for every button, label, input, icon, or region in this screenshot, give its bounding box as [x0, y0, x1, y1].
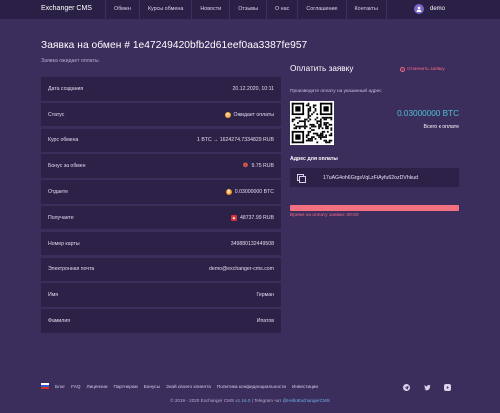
details-row: Фамилия Ипатов: [41, 309, 281, 333]
details-row: Номер карты 349880132449508: [41, 231, 281, 256]
details-row-label: Номер карты: [48, 240, 80, 247]
details-row-value-text: demo@exchanger-cms.com: [209, 266, 274, 273]
payment-title: Оплатить заявку: [290, 64, 354, 73]
payment-instruction: Произведите оплату на указанный адрес: [290, 89, 382, 94]
user-name[interactable]: demo: [430, 6, 445, 12]
top-navbar: Exchanger CMS Обмен Курсы обмена Новости От…: [0, 0, 500, 19]
footer-link[interactable]: Знай своего клиента: [166, 384, 211, 389]
nav-item[interactable]: Обмен: [105, 0, 139, 19]
details-row-value-text: 9.75 RUB: [251, 163, 275, 170]
details-row-value: Ипатов: [257, 318, 274, 324]
cancel-order-label: Отменить заявку: [407, 67, 445, 72]
details-row: Отдаете ₿ 0.03000000 BTC: [41, 180, 281, 204]
user-icon: [416, 6, 422, 12]
details-row-value: ▲ 48737.99 RUB: [230, 214, 274, 221]
copyright-text: © 2019 - 2020 Exchanger CMS v: [170, 398, 238, 403]
youtube-icon[interactable]: [444, 384, 451, 391]
details-row-value: ❶ 9.75 RUB: [242, 163, 275, 170]
footer-links: Блог FAQ Лицензии Партнерам Бонусы Знай своег…: [41, 383, 324, 389]
details-row-label: Получаете: [48, 214, 74, 221]
payment-qr-code: [290, 101, 334, 145]
payment-amount-label: Всего к оплате: [423, 124, 459, 130]
details-row-label: Фамилия: [48, 317, 71, 324]
footer-link[interactable]: Инвестиции: [292, 384, 318, 389]
footer-link[interactable]: Политика конфиденциальности: [217, 384, 286, 389]
payment-timer-fill: [290, 205, 459, 211]
nav-item[interactable]: Курсы обмена: [138, 0, 192, 19]
nav-item[interactable]: Контакты: [345, 0, 387, 19]
details-row-value-text: Герман: [256, 292, 274, 299]
bitcoin-icon: ₿: [225, 188, 232, 195]
nav-item[interactable]: Новости: [191, 0, 229, 19]
details-row-value-text: 1 BTC → 1624274.7334829 RUB: [197, 137, 274, 144]
brand-logo[interactable]: Exchanger CMS: [41, 5, 92, 12]
close-circle-icon: ×: [400, 67, 405, 72]
bonus-icon: ❶: [242, 163, 249, 170]
details-row-value-text: 20.12.2020, 10:11: [232, 85, 274, 92]
details-row: Статус ◷ Ожидает оплаты: [41, 102, 281, 127]
payment-address[interactable]: 17uAG4oh6GrgsVqLzFiAyfu62ozDVhkud: [323, 175, 418, 181]
footer-link[interactable]: Партнерам: [113, 384, 137, 389]
details-row-label: Курс обмена: [48, 137, 79, 144]
user-menu[interactable]: demo: [414, 4, 445, 14]
footer-link[interactable]: FAQ: [71, 384, 80, 389]
details-row: Электронная почта demo@exchanger-cms.com: [41, 257, 281, 282]
cancel-order-link[interactable]: × Отменить заявку: [400, 67, 445, 72]
telegram-chat-text: | Telegram чат: [250, 398, 283, 403]
payment-amount: 0.03000000 BTC: [397, 109, 459, 118]
payment-timer-bar: [290, 205, 459, 211]
details-row: Получаете ▲ 48737.99 RUB: [41, 205, 281, 230]
details-row: Дата создания 20.12.2020, 10:11: [41, 77, 281, 101]
details-row-value-text: 48737.99 RUB: [239, 214, 274, 221]
footer-link[interactable]: Лицензии: [87, 384, 108, 389]
nav-item[interactable]: О нас: [265, 0, 297, 19]
footer-link[interactable]: Блог: [55, 384, 65, 389]
address-label: Адрес для оплаты: [290, 156, 338, 162]
details-row-label: Статус: [48, 111, 65, 118]
main-nav: Обмен Курсы обмена Новости Отзывы О нас Согла…: [105, 0, 387, 19]
payment-timer-text: Время на оплату заявки: 00:00: [290, 213, 359, 218]
telegram-icon[interactable]: [403, 384, 410, 391]
details-row-value: 1 BTC → 1624274.7334829 RUB: [197, 137, 274, 143]
twitter-icon[interactable]: [424, 384, 431, 391]
russian-flag-icon[interactable]: [41, 383, 49, 389]
details-row-label: Отдаете: [48, 188, 69, 195]
details-row-label: Бонус за обмен: [48, 163, 86, 170]
details-row-value: 349880132449508: [231, 241, 274, 247]
details-row-value-text: Ожидает оплаты: [233, 111, 274, 118]
details-row-value: demo@exchanger-cms.com: [209, 266, 274, 272]
details-row-value: 20.12.2020, 10:11: [233, 86, 274, 92]
details-row-label: Электронная почта: [48, 266, 95, 273]
clock-icon: ◷: [224, 111, 231, 118]
payment-address-field[interactable]: 17uAG4oh6GrgsVqLzFiAyfu62ozDVhkud: [290, 168, 459, 187]
details-row: Курс обмена 1 BTC → 1624274.7334829 RUB: [41, 128, 281, 153]
footer-link[interactable]: Бонусы: [144, 384, 160, 389]
details-row-value: ₿ 0.03000000 BTC: [225, 188, 274, 195]
details-row-value-text: Ипатов: [256, 317, 274, 324]
details-row: Имя Герман: [41, 283, 281, 307]
avatar[interactable]: [414, 4, 424, 14]
details-row-value-text: 349880132449508: [230, 240, 274, 247]
telegram-chat-link[interactable]: @HelloExchangerCMS: [283, 398, 330, 403]
nav-item[interactable]: Соглашение: [297, 0, 345, 19]
version-link[interactable]: 1.16.0: [238, 398, 251, 403]
details-row-label: Имя: [48, 292, 59, 299]
details-row-value: ◷ Ожидает оплаты: [224, 111, 274, 118]
details-row: Бонус за обмен ❶ 9.75 RUB: [41, 154, 281, 178]
details-row-label: Дата создания: [48, 85, 84, 92]
order-details-table: Дата создания 20.12.2020, 10:11 Статус ◷ Ожи…: [41, 77, 281, 335]
details-row-value-text: 0.03000000 BTC: [234, 188, 274, 195]
page-title: Заявка на обмен # 1e47249420bfb2d61eef0a…: [41, 40, 308, 51]
bank-icon: ▲: [230, 214, 237, 221]
copy-icon[interactable]: [297, 174, 306, 183]
copyright: © 2019 - 2020 Exchanger CMS v1.16.0 | Te…: [0, 398, 500, 403]
order-status-text: Заявка ожидает оплаты.: [41, 58, 100, 64]
nav-item[interactable]: Отзывы: [229, 0, 266, 19]
details-row-value: Герман: [256, 292, 274, 298]
